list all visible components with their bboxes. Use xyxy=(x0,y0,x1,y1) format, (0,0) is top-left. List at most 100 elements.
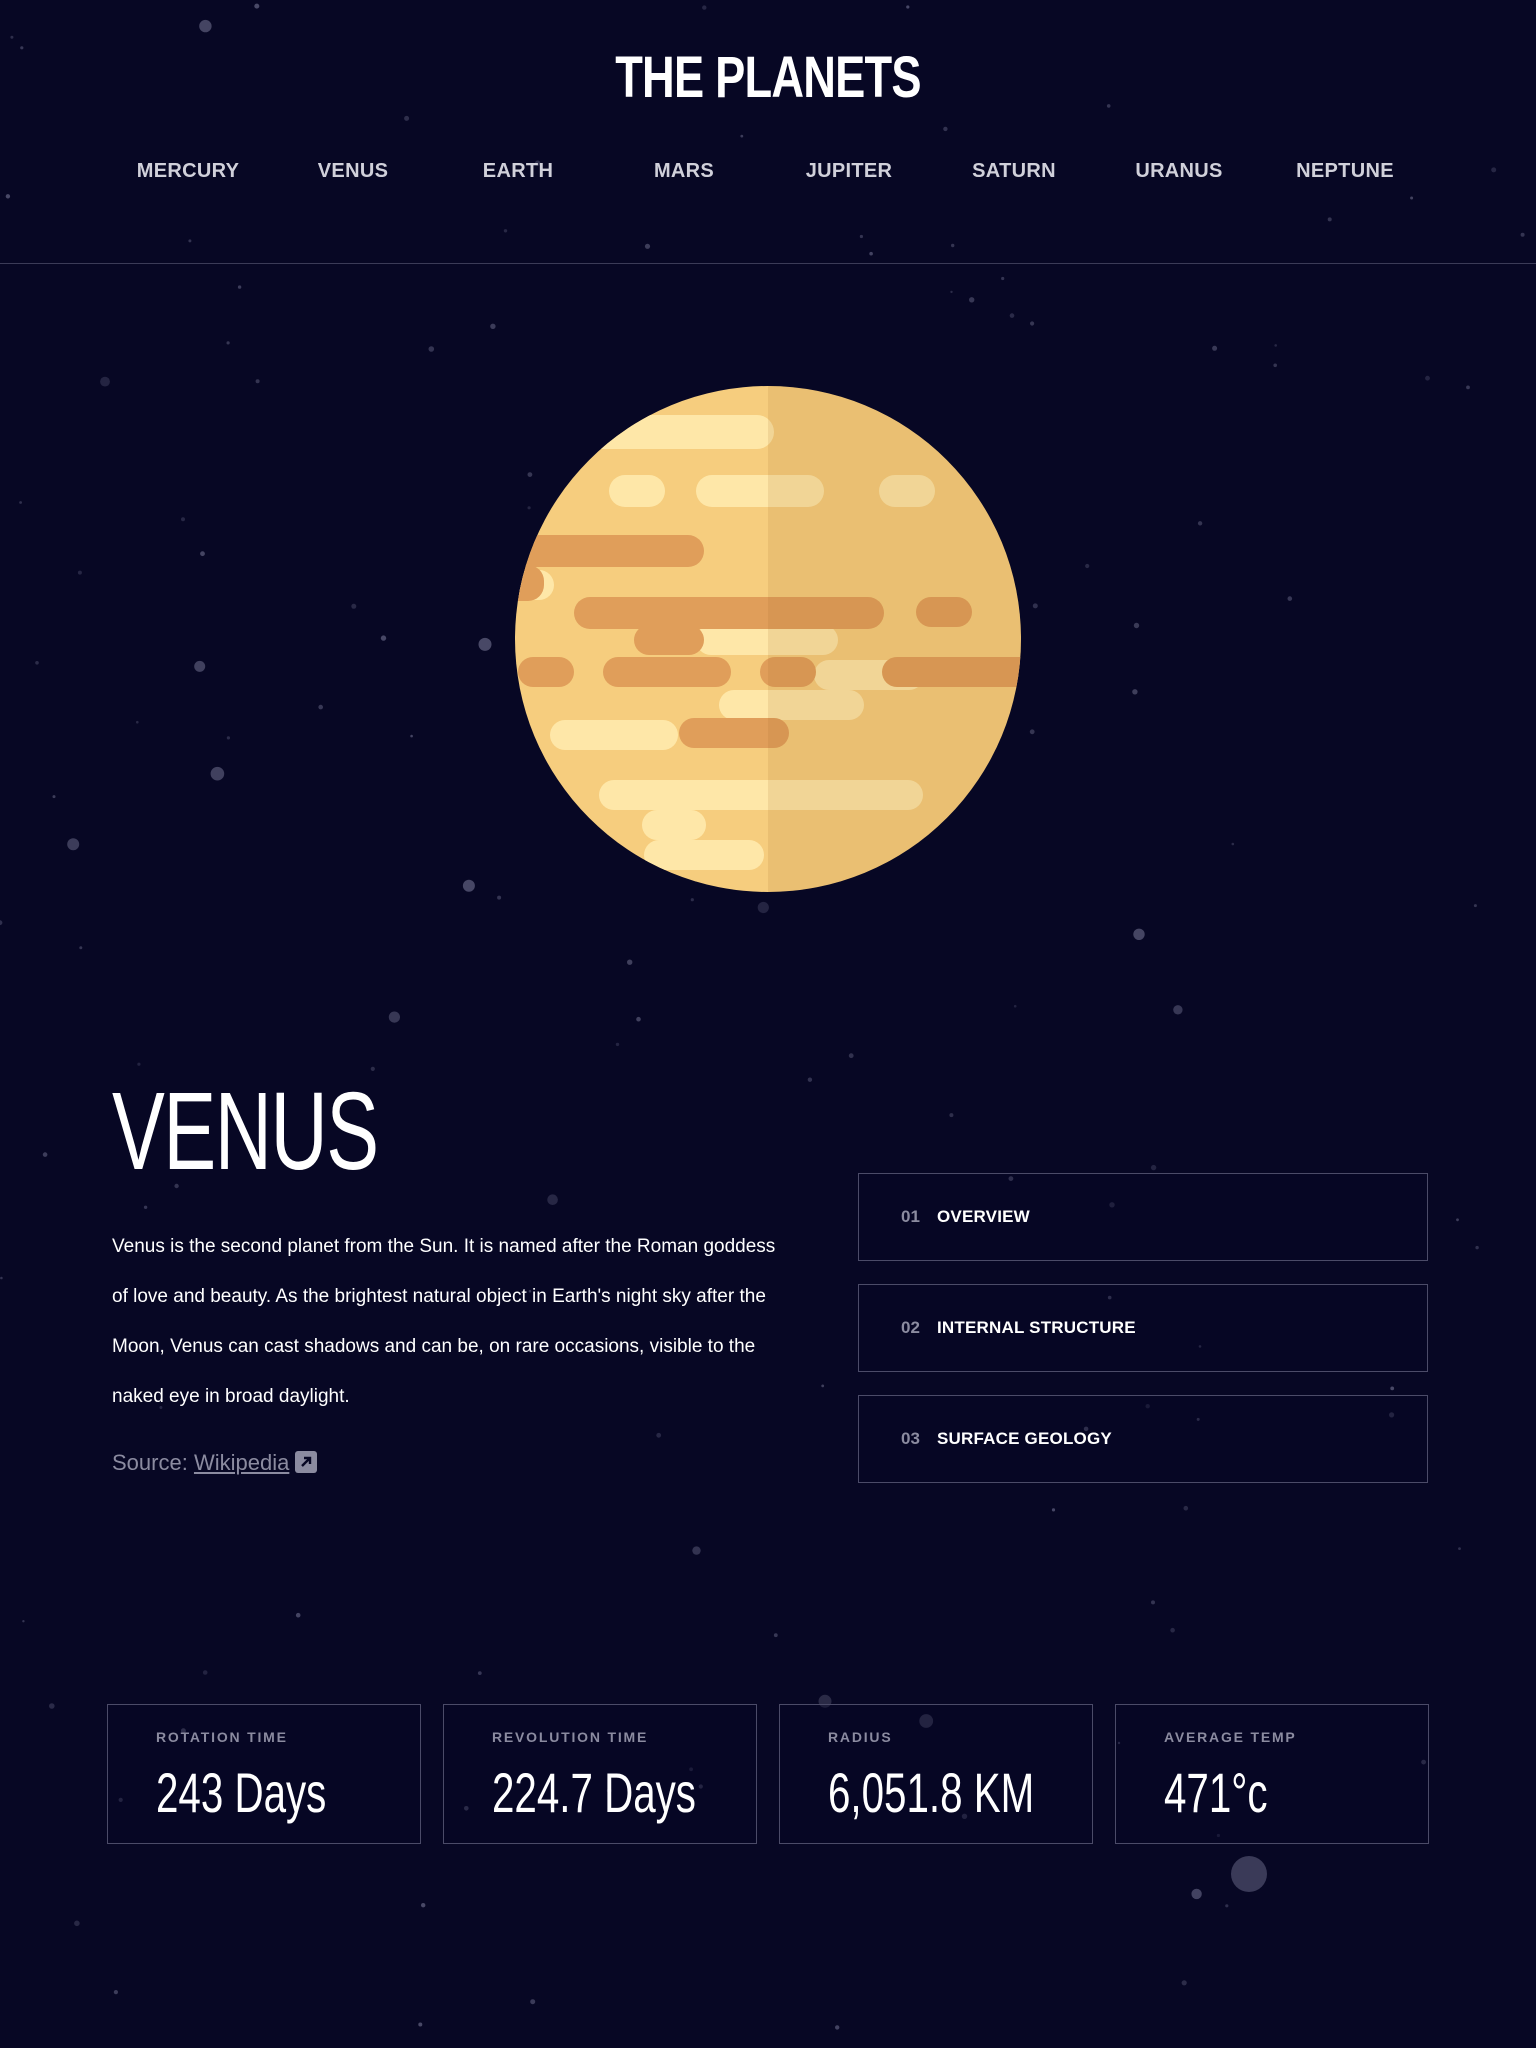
star xyxy=(210,766,225,781)
tab-surface-geology[interactable]: 03 SURFACE GEOLOGY xyxy=(858,1395,1428,1483)
tab-internal-structure[interactable]: 02 INTERNAL STRUCTURE xyxy=(858,1284,1428,1372)
nav-item-uranus[interactable]: URANUS xyxy=(1135,160,1222,183)
star xyxy=(1133,622,1140,629)
stat-label: ROTATION TIME xyxy=(156,1729,288,1745)
nav-item-saturn[interactable]: SATURN xyxy=(972,160,1056,183)
star xyxy=(490,323,496,329)
stat-average-temp: AVERAGE TEMP 471°c xyxy=(1115,1704,1429,1844)
star xyxy=(848,1053,854,1059)
source-prefix: Source: xyxy=(112,1450,188,1475)
star xyxy=(1001,276,1005,281)
star xyxy=(410,734,413,738)
star xyxy=(113,1990,118,1995)
star xyxy=(136,720,139,724)
star xyxy=(22,1620,25,1623)
star xyxy=(692,1546,701,1555)
star xyxy=(1475,1245,1479,1250)
nav-item-mars[interactable]: MARS xyxy=(654,160,714,183)
star xyxy=(1151,1600,1155,1605)
star xyxy=(188,239,192,243)
stat-value: 243 Days xyxy=(156,1761,327,1824)
star xyxy=(1273,363,1277,368)
star xyxy=(807,1077,813,1082)
star xyxy=(1520,232,1525,237)
star xyxy=(656,1432,662,1438)
star xyxy=(497,895,502,900)
star xyxy=(199,19,212,33)
nav-item-mercury[interactable]: MERCURY xyxy=(137,160,239,183)
wikipedia-link[interactable]: Wikipedia xyxy=(194,1450,289,1475)
star xyxy=(49,1703,55,1709)
stat-value: 471°c xyxy=(1164,1761,1268,1824)
star xyxy=(740,134,744,138)
star xyxy=(388,1011,400,1023)
star xyxy=(226,341,230,345)
star xyxy=(1173,1005,1183,1015)
stat-label: AVERAGE TEMP xyxy=(1164,1729,1297,1745)
star xyxy=(194,660,206,672)
star xyxy=(478,637,492,651)
nav-item-earth[interactable]: EARTH xyxy=(483,160,553,183)
star xyxy=(1473,904,1477,908)
star xyxy=(530,1999,536,2005)
star xyxy=(1150,1164,1157,1171)
star xyxy=(627,959,633,965)
star xyxy=(1051,1508,1056,1512)
star xyxy=(1274,344,1277,347)
tab-label: SURFACE GEOLOGY xyxy=(937,1429,1112,1448)
star xyxy=(943,126,948,132)
star xyxy=(1456,1218,1459,1222)
star xyxy=(906,5,910,9)
nav-item-venus[interactable]: VENUS xyxy=(318,160,388,183)
star xyxy=(10,35,14,39)
star xyxy=(418,2022,423,2027)
star xyxy=(318,704,324,710)
star xyxy=(1231,1856,1267,1892)
star xyxy=(67,838,80,851)
star xyxy=(615,1042,620,1047)
star xyxy=(74,1920,80,1927)
star xyxy=(380,635,387,641)
star xyxy=(77,570,82,575)
external-link-icon[interactable] xyxy=(295,1451,318,1473)
source-line: Source: Wikipedia xyxy=(112,1450,318,1476)
star xyxy=(1287,596,1293,601)
star xyxy=(1013,1004,1017,1008)
star xyxy=(52,795,56,799)
star xyxy=(1191,1888,1202,1900)
nav-item-neptune[interactable]: NEPTUNE xyxy=(1296,160,1394,183)
star xyxy=(1009,313,1015,318)
star xyxy=(200,551,205,557)
star xyxy=(1170,1627,1175,1633)
star xyxy=(462,879,475,892)
star xyxy=(835,2025,840,2030)
star xyxy=(1181,1980,1187,1986)
stat-value: 6,051.8 KM xyxy=(828,1761,1035,1824)
star xyxy=(1032,603,1038,609)
star xyxy=(20,46,24,50)
star xyxy=(950,290,953,294)
stat-label: REVOLUTION TIME xyxy=(492,1729,649,1745)
star xyxy=(1030,321,1035,326)
tab-number: 01 xyxy=(901,1207,920,1226)
star xyxy=(428,346,435,352)
star xyxy=(477,1671,482,1675)
tab-overview[interactable]: 01 OVERVIEW xyxy=(858,1173,1428,1261)
star xyxy=(1085,563,1090,569)
star xyxy=(636,1016,641,1022)
venus-planet-illustration xyxy=(515,386,1021,892)
tab-number: 02 xyxy=(901,1318,920,1337)
nav-item-jupiter[interactable]: JUPITER xyxy=(806,160,893,183)
star xyxy=(1327,217,1332,222)
planet-nav: MERCURY VENUS EARTH MARS JUPITER SATURN … xyxy=(0,150,1536,194)
star xyxy=(226,736,230,740)
star xyxy=(1231,842,1235,846)
star xyxy=(0,1276,3,1280)
star xyxy=(1425,375,1430,381)
star xyxy=(1458,1547,1461,1550)
star xyxy=(821,1384,825,1388)
star xyxy=(202,1670,208,1675)
star xyxy=(969,297,975,303)
site-title[interactable]: THE PLANETS xyxy=(169,38,1367,118)
star xyxy=(181,517,185,522)
